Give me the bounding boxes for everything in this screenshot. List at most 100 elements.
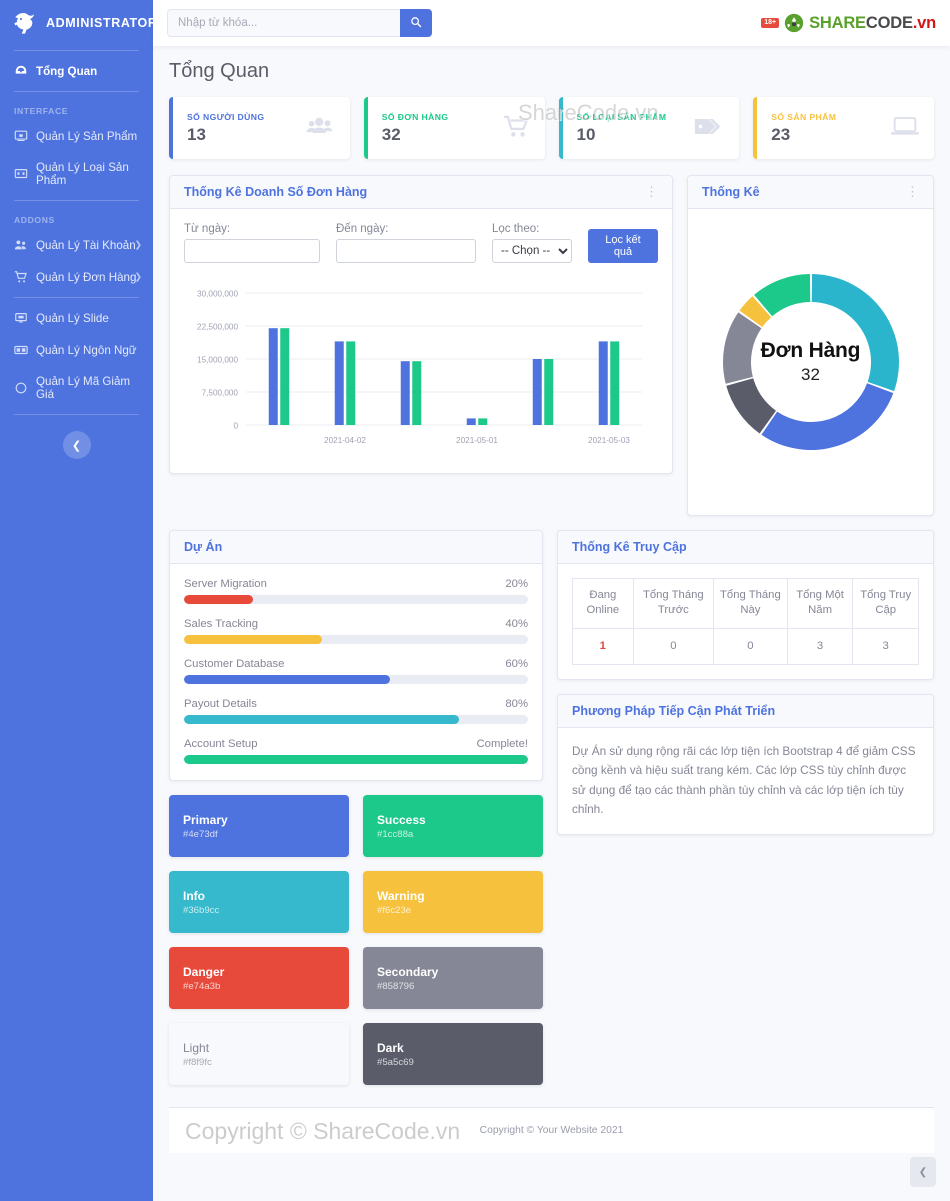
right-column: Thống Kê Truy Cập Đang Online Tổng Tháng … <box>557 530 934 835</box>
footer: Copyright © Your Website 2021 <box>169 1107 934 1153</box>
sidebar-item-label: Quản Lý Slide <box>36 311 109 325</box>
svg-text:15,000,000: 15,000,000 <box>197 356 238 365</box>
sidebar-item-label: Tổng Quan <box>36 64 98 78</box>
sidebar-collapse-wrap: ❮ <box>0 431 153 459</box>
stat-text: SỐ SẢN PHẨM 23 <box>771 112 836 145</box>
visits-card: Thống Kê Truy Cập Đang Online Tổng Tháng … <box>557 530 934 680</box>
sidebar-item-quan-ly-san-pham[interactable]: Quản Lý Sản Phẩm <box>0 120 153 152</box>
filter-submit-button[interactable]: Lọc kết quả <box>588 229 658 263</box>
product-icon <box>14 129 28 143</box>
search-input[interactable] <box>167 9 400 37</box>
color-swatch-success[interactable]: Success #1cc88a <box>363 795 543 857</box>
sidebar-item-quan-ly-loai-san-pham[interactable]: Quản Lý Loại Sản Phẩm <box>0 152 153 196</box>
sidebar-toggle-button[interactable]: ❮ <box>62 431 91 459</box>
stat-card-so-loai-san-pham[interactable]: SỐ LOẠI SẢN PHẨM 10 <box>558 97 740 159</box>
svg-text:2021-04-02: 2021-04-02 <box>324 436 366 445</box>
table-cell: 0 <box>632 627 715 665</box>
projects-column: Dự Án Server Migration 20% Sales Tracking 4… <box>169 530 543 1085</box>
logo-wordmark: SHARECODE.vn <box>809 14 936 33</box>
filter-by-group: Lọc theo: -- Chọn -- <box>492 223 572 263</box>
approach-card-body: Dự Án sử dụng rộng rãi các lớp tiện ích … <box>558 728 933 834</box>
color-swatch-grid: Primary #4e73df Success #1cc88a Info #36b9cc W… <box>169 795 543 1085</box>
search-button[interactable] <box>400 9 432 37</box>
sidebar-divider-4 <box>14 414 139 415</box>
project-value: 80% <box>505 698 528 710</box>
color-swatch-info[interactable]: Info #36b9cc <box>169 871 349 933</box>
charts-row: Thống Kê Doanh Số Đơn Hàng ⋮ Từ ngày: Đế… <box>169 175 934 516</box>
progress-track <box>184 635 528 644</box>
project-header: Server Migration 20% <box>184 578 528 590</box>
color-swatch-warning[interactable]: Warning #f6c23e <box>363 871 543 933</box>
stat-card-so-don-hang[interactable]: SỐ ĐƠN HÀNG 32 <box>363 97 545 159</box>
stat-card-so-nguoi-dung[interactable]: SỐ NGƯỜI DÙNG 13 <box>169 97 350 159</box>
scroll-to-top-button[interactable]: ❮ <box>910 1157 936 1187</box>
table-column-header: Tổng Một Năm <box>786 578 854 629</box>
vertical-dots-icon[interactable]: ⋮ <box>645 185 658 198</box>
donut-value: 32 <box>801 365 820 384</box>
sidebar-item-tong-quan[interactable]: Tổng Quan <box>0 55 153 87</box>
progress-fill <box>184 635 322 644</box>
color-swatch-secondary[interactable]: Secondary #858796 <box>363 947 543 1009</box>
sidebar-item-quan-ly-tai-khoan[interactable]: Quản Lý Tài Khoản ❯ <box>0 229 153 261</box>
from-date-group: Từ ngày: <box>184 223 320 263</box>
projects-card-body: Server Migration 20% Sales Tracking 40% Cust… <box>170 564 542 780</box>
to-date-input[interactable] <box>336 239 476 263</box>
color-swatch-danger[interactable]: Danger #e74a3b <box>169 947 349 1009</box>
filter-by-select[interactable]: -- Chọn -- <box>492 239 572 263</box>
sidebar-divider-1 <box>14 91 139 92</box>
vertical-dots-icon[interactable]: ⋮ <box>906 185 919 198</box>
progress-track <box>184 715 528 724</box>
chevron-left-icon: ❮ <box>71 439 82 452</box>
from-date-label: Từ ngày: <box>184 223 231 235</box>
brand-logo[interactable]: ADMINISTRATOR <box>0 0 157 46</box>
sales-filter-form: Từ ngày: Đến ngày: Lọc theo: -- Chọn -- <box>184 223 658 263</box>
sidebar-item-quan-ly-ma-giam-gia[interactable]: Quản Lý Mã Giảm Giá <box>0 366 153 410</box>
swatch-hex: #5a5c69 <box>377 1056 414 1068</box>
search-icon <box>410 16 422 31</box>
table-column-header: Tổng Tháng Này <box>713 578 788 629</box>
sharecode-logo[interactable]: 18+ SHARECODE.vn <box>761 13 936 33</box>
topbar: 18+ SHARECODE.vn <box>153 0 950 46</box>
stats-card-title: Thống Kê <box>702 185 760 199</box>
swatch-name: Primary <box>183 812 228 827</box>
stat-value: 13 <box>187 124 206 144</box>
laptop-icon <box>890 115 920 141</box>
footer-copyright: Copyright © Your Website 2021 <box>479 1125 624 1136</box>
logo-share-text: SHARE <box>809 13 866 32</box>
projects-card-header: Dự Án <box>170 531 542 564</box>
color-swatch-light[interactable]: Light #f8f9fc <box>169 1023 349 1085</box>
chevron-right-icon: ❯ <box>134 271 142 282</box>
sidebar-item-quan-ly-slide[interactable]: Quản Lý Slide <box>0 302 153 334</box>
tag-icon <box>693 115 725 141</box>
recycle-logo-icon <box>784 13 804 33</box>
sidebar-divider-2 <box>14 200 139 201</box>
sidebar-item-label: Quản Lý Tài Khoản <box>36 238 136 252</box>
sidebar-item-quan-ly-don-hang[interactable]: Quản Lý Đơn Hàng ❯ <box>0 261 153 293</box>
stat-text: SỐ LOẠI SẢN PHẨM 10 <box>577 112 667 145</box>
page-container: Tổng Quan SỐ NGƯỜI DÙNG 13 SỐ ĐƠN HÀNG 3 <box>153 46 950 1201</box>
projects-card: Dự Án Server Migration 20% Sales Tracking 4… <box>169 530 543 781</box>
swatch-name: Light <box>183 1040 210 1055</box>
slide-icon <box>14 311 28 325</box>
color-swatch-dark[interactable]: Dark #5a5c69 <box>363 1023 543 1085</box>
project-value: Complete! <box>476 738 529 750</box>
swatch-name: Success <box>377 812 426 827</box>
svg-text:0: 0 <box>233 422 238 431</box>
stat-label: SỐ ĐƠN HÀNG <box>381 111 449 122</box>
swatch-name: Dark <box>377 1040 404 1055</box>
swatch-hex: #4e73df <box>183 828 218 840</box>
content-area: 18+ SHARECODE.vn Tổng Quan SỐ NGƯỜI <box>153 0 950 1201</box>
stat-label: SỐ SẢN PHẨM <box>771 111 837 122</box>
page-title: Tổng Quan <box>169 60 270 82</box>
color-swatch-primary[interactable]: Primary #4e73df <box>169 795 349 857</box>
progress-fill <box>184 715 460 724</box>
filter-by-label: Lọc theo: <box>492 223 540 235</box>
table-column-header: Tổng Tháng Trước <box>632 578 715 629</box>
stat-card-so-san-pham[interactable]: SỐ SẢN PHẨM 23 <box>753 97 934 159</box>
shopping-cart-icon <box>503 115 531 142</box>
project-item: Sales Tracking 40% <box>184 618 528 644</box>
from-date-input[interactable] <box>184 239 320 263</box>
stat-label: SỐ NGƯỜI DÙNG <box>187 111 265 122</box>
cart-icon <box>14 270 28 284</box>
sidebar-item-quan-ly-ngon-ngu[interactable]: Quản Lý Ngôn Ngữ <box>0 334 153 366</box>
